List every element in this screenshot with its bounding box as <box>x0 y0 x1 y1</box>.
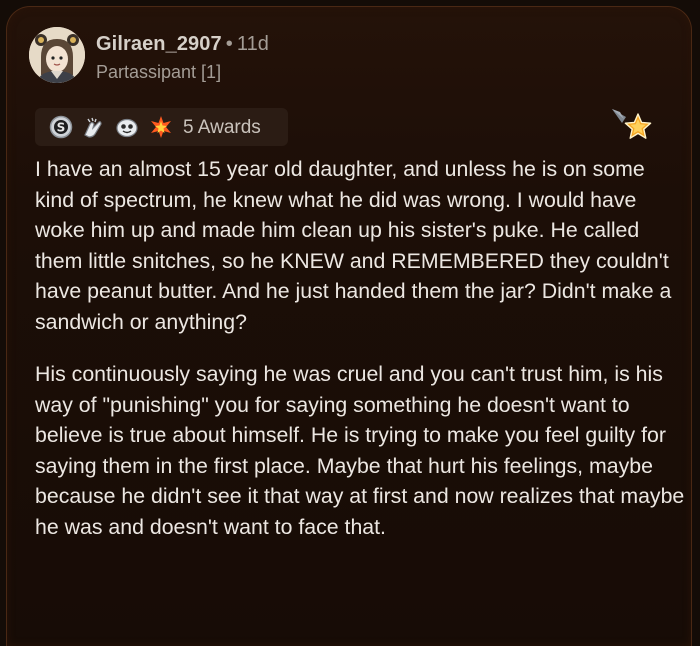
awards-bar[interactable]: S 5 Awards <box>35 108 288 146</box>
comment-card: Gilraen_2907 • 11d Partassipant [1] S 5 Aw… <box>6 6 692 646</box>
hands-award-icon <box>84 117 102 138</box>
avatar-image-icon <box>29 27 85 83</box>
comment-paragraph-1: I have an almost 15 year old daughter, a… <box>35 157 672 334</box>
awards-count-label: 5 Awards <box>183 117 261 138</box>
gold-star-badge-icon <box>612 109 652 139</box>
burst-award-icon <box>151 116 171 138</box>
silver-award-icon: S <box>49 115 73 139</box>
user-avatar[interactable] <box>29 27 85 83</box>
post-meta: Gilraen_2907 • 11d <box>96 33 269 56</box>
comment-body: I have an almost 15 year old daughter, a… <box>35 154 685 564</box>
user-flair: Partassipant [1] <box>96 62 222 82</box>
meta-separator: • <box>225 33 233 55</box>
post-age: 11d <box>236 33 270 55</box>
username-link[interactable]: Gilraen_2907 <box>96 33 222 55</box>
svg-text:S: S <box>57 121 66 135</box>
comment-paragraph-2: His continuously saying he was cruel and… <box>35 362 685 539</box>
face-award-icon <box>116 118 138 138</box>
